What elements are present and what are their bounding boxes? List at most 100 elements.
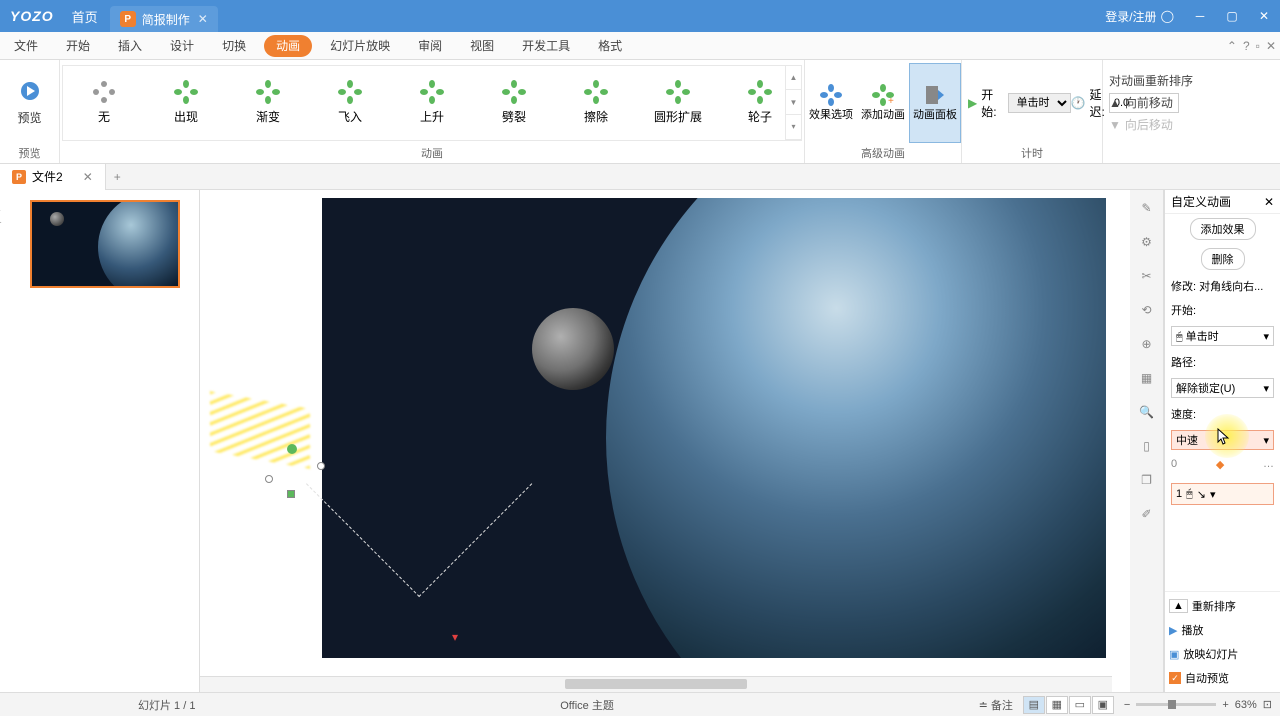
slide-canvas[interactable]: ▾ — [200, 190, 1130, 692]
menu-design[interactable]: 设计 — [156, 32, 208, 60]
slide-thumbnails: 1 ✦ — [0, 190, 200, 692]
normal-view-button[interactable]: ▤ — [1023, 696, 1045, 714]
gallery-more-icon[interactable]: ▾ — [786, 115, 801, 140]
add-animation-button[interactable]: +添加动画 — [857, 63, 909, 143]
gallery-appear[interactable]: 出现 — [145, 67, 227, 139]
settings-icon[interactable]: ⚙ — [1137, 232, 1157, 252]
zoom-level[interactable]: 63% — [1235, 699, 1257, 711]
menu-file[interactable]: 文件 — [0, 32, 52, 60]
fit-button[interactable]: ⊡ — [1263, 698, 1272, 711]
side-toolbar: ✎ ⚙ ✂ ⟲ ⊕ ▦ 🔍 ▯ ❐ ✐ — [1130, 190, 1164, 692]
pane-speed-select[interactable]: 中速▾ — [1171, 430, 1274, 450]
reading-view-button[interactable]: ▭ — [1069, 696, 1091, 714]
gallery-split[interactable]: 劈裂 — [473, 67, 555, 139]
zoom-out-button[interactable]: − — [1124, 699, 1130, 711]
menu-slideshow[interactable]: 幻灯片放映 — [316, 32, 404, 60]
animation-gallery[interactable]: 无 出现 渐变 飞入 上升 劈裂 擦除 圆形扩展 轮子 ▲▼▾ — [62, 65, 802, 141]
link-icon[interactable]: ⟲ — [1137, 300, 1157, 320]
search-icon[interactable]: 🔍 — [1137, 402, 1157, 422]
user-icon: ◯ — [1161, 9, 1174, 23]
document-tab[interactable]: P 简报制作 ✕ — [110, 6, 218, 32]
effect-options-icon — [820, 84, 842, 106]
close-tab-icon[interactable]: ✕ — [198, 12, 208, 26]
restore-icon[interactable]: ▫ — [1256, 39, 1260, 53]
add-effect-button[interactable]: 添加效果 — [1190, 218, 1256, 240]
menu-animation[interactable]: 动画 — [264, 35, 312, 57]
animation-list-item[interactable]: 1 🖱 ↘ ▾ — [1171, 483, 1274, 505]
pen-icon[interactable]: ✎ — [1137, 198, 1157, 218]
timeline-zero: 0 — [1171, 458, 1177, 471]
zoom-in-button[interactable]: + — [1222, 699, 1228, 711]
animation-pane-button[interactable]: 动画面板 — [909, 63, 961, 143]
target-icon[interactable]: ⊕ — [1137, 334, 1157, 354]
gallery-none[interactable]: 无 — [63, 67, 145, 139]
slideshow-button[interactable]: ▣放映幻灯片 — [1169, 644, 1276, 664]
item-dropdown-icon[interactable]: ▾ — [1210, 488, 1216, 501]
edit-icon[interactable]: ✐ — [1137, 504, 1157, 524]
check-icon: ✓ — [1169, 672, 1181, 684]
doc-tab[interactable]: P 文件2 ✕ — [0, 164, 106, 190]
clipboard-icon[interactable]: ▯ — [1137, 436, 1157, 456]
doc-tab-close-icon[interactable]: ✕ — [83, 170, 93, 184]
close-button[interactable]: ✕ — [1248, 0, 1280, 32]
slideshow-view-button[interactable]: ▣ — [1092, 696, 1114, 714]
zoom-slider[interactable] — [1136, 703, 1216, 706]
grid-icon[interactable]: ▦ — [1137, 368, 1157, 388]
sorter-view-button[interactable]: ▦ — [1046, 696, 1068, 714]
minimize-button[interactable]: ─ — [1184, 0, 1216, 32]
help-icon[interactable]: ? — [1243, 39, 1250, 53]
close-pane-icon[interactable]: ✕ — [1266, 39, 1276, 53]
pane-title: 自定义动画 — [1171, 193, 1231, 210]
add-animation-icon: + — [872, 84, 894, 106]
copy-icon[interactable]: ❐ — [1137, 470, 1157, 490]
clock-icon: 🕐 — [1071, 96, 1086, 110]
menu-review[interactable]: 审阅 — [404, 32, 456, 60]
effect-options-button[interactable]: 效果选项 — [805, 63, 857, 143]
gallery-up-icon[interactable]: ▲ — [786, 66, 801, 91]
pane-path-label: 路径: — [1165, 350, 1280, 374]
add-doc-tab[interactable]: + — [106, 170, 129, 184]
gallery-wipe[interactable]: 擦除 — [555, 67, 637, 139]
gallery-rise[interactable]: 上升 — [391, 67, 473, 139]
auto-preview-checkbox[interactable]: ✓自动预览 — [1169, 668, 1276, 688]
up-triangle-icon: ▲ — [1109, 96, 1121, 110]
pane-close-icon[interactable]: ✕ — [1264, 195, 1274, 209]
reorder-title: 对动画重新排序 — [1109, 70, 1193, 92]
pane-path-select[interactable]: 解除锁定(U)▾ — [1171, 378, 1274, 398]
preview-icon — [14, 79, 46, 103]
gallery-flyin[interactable]: 飞入 — [309, 67, 391, 139]
menu-format[interactable]: 格式 — [584, 32, 636, 60]
pane-speed-label: 速度: — [1165, 402, 1280, 426]
play-button[interactable]: ▶播放 — [1169, 620, 1276, 640]
menu-home[interactable]: 开始 — [52, 32, 104, 60]
gallery-down-icon[interactable]: ▼ — [786, 90, 801, 115]
gallery-circle[interactable]: 圆形扩展 — [637, 67, 719, 139]
timeline-more-icon[interactable]: … — [1263, 458, 1274, 471]
preview-button[interactable]: 预览 — [0, 63, 59, 143]
theme-label: Office 主题 — [560, 697, 614, 713]
menu-insert[interactable]: 插入 — [104, 32, 156, 60]
collapse-ribbon-icon[interactable]: ⌃ — [1227, 39, 1237, 53]
menu-devtools[interactable]: 开发工具 — [508, 32, 584, 60]
menu-view[interactable]: 视图 — [456, 32, 508, 60]
pane-start-select[interactable]: 🖱 单击时▾ — [1171, 326, 1274, 346]
reorder-button[interactable]: ▲重新排序 — [1169, 596, 1276, 616]
start-select[interactable]: 单击时 — [1008, 93, 1071, 113]
slide-thumb-1[interactable] — [30, 200, 180, 288]
group-preview-label: 预览 — [0, 145, 59, 163]
horizontal-scrollbar[interactable] — [200, 676, 1112, 692]
path-end-marker-icon[interactable]: ▾ — [452, 630, 458, 644]
maximize-button[interactable]: ▢ — [1216, 0, 1248, 32]
chevron-down-icon: ▾ — [1263, 330, 1269, 343]
timeline-marker-icon: ◆ — [1216, 458, 1224, 471]
moon-image — [532, 308, 614, 390]
chevron-down-icon: ▾ — [1263, 434, 1269, 447]
gallery-fade[interactable]: 渐变 — [227, 67, 309, 139]
menu-transition[interactable]: 切换 — [208, 32, 260, 60]
notes-button[interactable]: ≐ 备注 — [979, 697, 1013, 713]
account-link[interactable]: 登录/注册 ◯ — [1095, 8, 1184, 25]
home-link[interactable]: 首页 — [64, 7, 106, 26]
move-forward-button[interactable]: ▲向前移动 — [1109, 92, 1193, 114]
delete-button[interactable]: 删除 — [1201, 248, 1245, 270]
cut-icon[interactable]: ✂ — [1137, 266, 1157, 286]
